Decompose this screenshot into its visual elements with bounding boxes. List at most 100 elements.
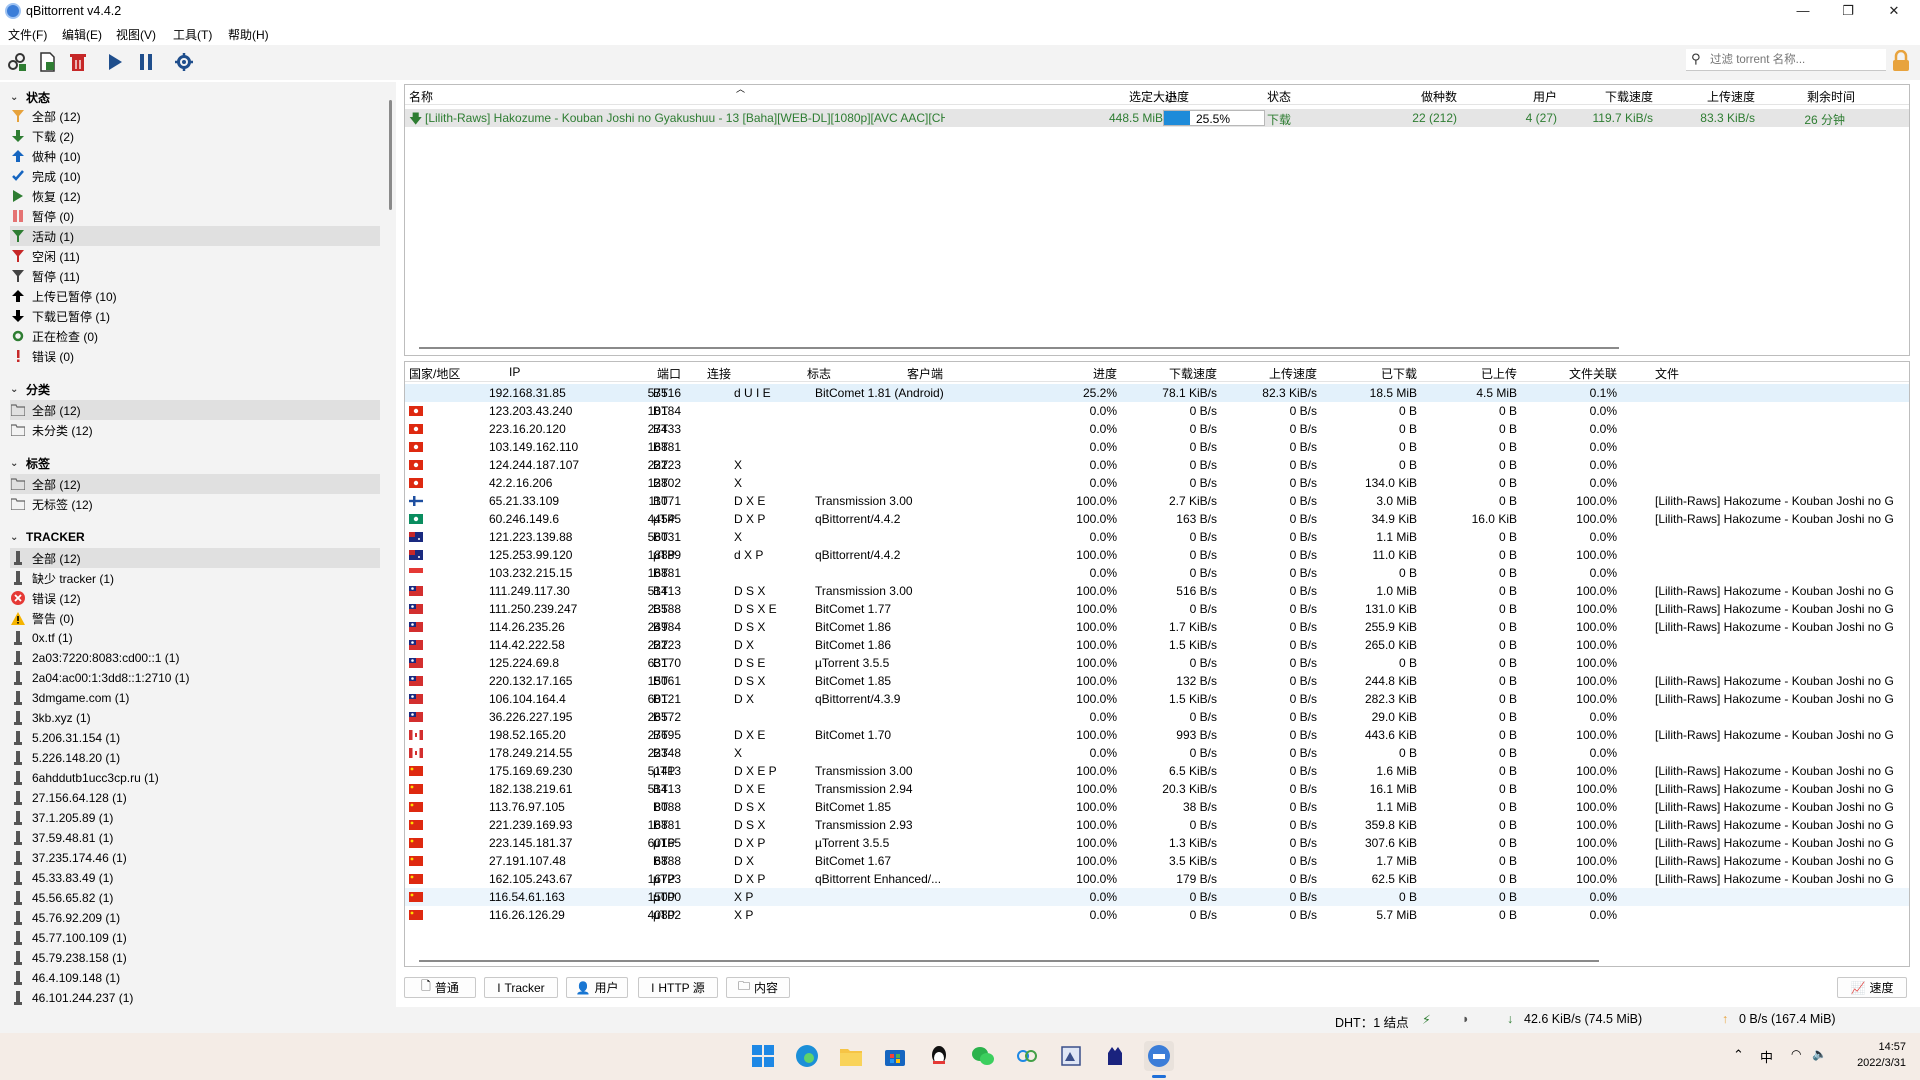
ime-indicator[interactable]: 中 (1760, 1047, 1773, 1066)
peer-row[interactable]: 116.26.126.29 40802 µTP X P 0.0% 0 B/s 0 B/s 5.… (405, 906, 1909, 924)
windows-start-icon[interactable] (748, 1041, 778, 1071)
menu-help[interactable]: 帮助(H) (228, 26, 269, 43)
status-item[interactable]: 下载已暂停 (1) (10, 306, 380, 326)
app-icon[interactable] (1012, 1041, 1042, 1071)
status-item[interactable]: 暂停 (11) (10, 266, 380, 286)
col-ip[interactable]: IP (509, 365, 520, 379)
col-connection[interactable]: 连接 (707, 365, 731, 382)
status-item[interactable]: 完成 (10) (10, 166, 380, 186)
close-button[interactable]: ✕ (1872, 0, 1916, 22)
col-downloaded[interactable]: 已下载 (1345, 365, 1417, 382)
peer-row[interactable]: 60.246.149.6 44545 µTP D X PqBittorrent/4.4… (405, 510, 1909, 528)
download-speed-status[interactable]: 42.6 KiB/s (74.5 MiB) (1524, 1012, 1642, 1026)
menu-tools[interactable]: 工具(T) (173, 26, 212, 43)
tracker-item[interactable]: 5.206.31.154 (1) (10, 728, 380, 748)
upload-speed-status[interactable]: 0 B/s (167.4 MiB) (1739, 1012, 1836, 1026)
peer-row[interactable]: 114.42.222.58 22223 BT D X BitComet 1.86 100.… (405, 636, 1909, 654)
tracker-item[interactable]: 45.33.83.49 (1) (10, 868, 380, 888)
tracker-item[interactable]: 缺少 tracker (1) (10, 568, 380, 588)
status-item[interactable]: 正在检查 (0) (10, 326, 380, 346)
category-item[interactable]: 未分类 (12) (10, 420, 380, 440)
search-input[interactable] (1710, 52, 1880, 68)
status-section-header[interactable]: ⌄ 状态 (10, 88, 50, 106)
peer-row[interactable]: 178.249.214.55 22348 BT X 0.0% 0 B/s 0 B/s 0 B0… (405, 744, 1909, 762)
tracker-item[interactable]: 46.101.244.237 (1) (10, 988, 380, 1007)
tab-peers[interactable]: 👤 用户 (566, 977, 628, 998)
tab-general[interactable]: 🗋 普通 (404, 977, 476, 998)
peer-row[interactable]: 111.250.239.247 23588 BT D S X E BitComet 1.… (405, 600, 1909, 618)
peer-row[interactable]: 106.104.164.4 60121 BT D XqBittorrent/4.3.9… (405, 690, 1909, 708)
app-icon[interactable] (1100, 1041, 1130, 1071)
status-item[interactable]: 错误 (0) (10, 346, 380, 366)
peer-row[interactable]: 42.2.16.206 12802 BT X 0.0% 0 B/s 0 B/s 134.0 K… (405, 474, 1909, 492)
clock-date[interactable]: 2022/3/31 (1846, 1057, 1906, 1069)
speed-button[interactable]: 📈 速度 (1837, 977, 1907, 998)
torrent-list-scrollbar[interactable] (419, 347, 1619, 349)
col-flags[interactable]: 标志 (807, 365, 831, 382)
tracker-item[interactable]: 37.235.174.46 (1) (10, 848, 380, 868)
tracker-item[interactable]: 27.156.64.128 (1) (10, 788, 380, 808)
pause-button[interactable] (133, 49, 159, 75)
tracker-item[interactable]: 全部 (12) (10, 548, 380, 568)
peer-row[interactable]: 220.132.17.165 15061 BT D S X BitComet 1.85 1… (405, 672, 1909, 690)
col-country[interactable]: 国家/地区 (409, 365, 460, 382)
restore-button[interactable]: ❐ (1826, 0, 1870, 22)
peer-row[interactable]: 116.54.61.163 15000 µTP X P 0.0% 0 B/s 0 B/s 0 … (405, 888, 1909, 906)
chevron-up-icon[interactable]: ⌃ (1733, 1047, 1744, 1063)
tracker-item[interactable]: 3kb.xyz (1) (10, 708, 380, 728)
col-relevance[interactable]: 文件关联 (1545, 365, 1617, 382)
tab-tracker[interactable]: ǀ Tracker (484, 977, 558, 998)
search-box[interactable]: ⚲ (1686, 49, 1886, 71)
peer-row[interactable]: 124.244.187.107 22223 BT X 0.0% 0 B/s 0 B/s 0 B… (405, 456, 1909, 474)
tag-section-header[interactable]: ⌄ 标签 (10, 454, 50, 472)
peer-row[interactable]: 223.145.181.37 60165 µTP D X PµTorrent 3.5.… (405, 834, 1909, 852)
col-name[interactable]: 名称 (409, 88, 433, 105)
peer-row[interactable]: 125.224.69.8 63170 BT D S EµTorrent 3.5.5 10… (405, 654, 1909, 672)
delete-torrent-button[interactable] (65, 49, 91, 75)
col-eta[interactable]: 剩余时间 (1785, 88, 1855, 105)
peer-row[interactable]: 27.191.107.48 6888 BT D X BitComet 1.67 100.0… (405, 852, 1909, 870)
col-peers[interactable]: 用户 (1505, 88, 1557, 105)
tab-content[interactable]: 🗀 内容 (726, 977, 790, 998)
category-item[interactable]: 全部 (12) (10, 400, 380, 420)
peer-row[interactable]: 103.149.162.110 16881 BT 0.0% 0 B/s 0 B/s 0 B0… (405, 438, 1909, 456)
col-uploaded[interactable]: 已上传 (1445, 365, 1517, 382)
peer-row[interactable]: 36.226.227.195 26572 BT 0.0% 0 B/s 0 B/s 29.0 … (405, 708, 1909, 726)
peer-row[interactable]: 114.26.235.26 24984 BT D S X BitComet 1.86 10… (405, 618, 1909, 636)
peer-row[interactable]: 111.249.117.30 51413 BT D S X Transmission 3… (405, 582, 1909, 600)
menu-view[interactable]: 视图(V) (116, 26, 156, 43)
col-seeds[interactable]: 做种数 (1405, 88, 1457, 105)
tracker-item[interactable]: 警告 (0) (10, 608, 380, 628)
peer-row[interactable]: 198.52.165.20 27695 BT D X E BitComet 1.70 10… (405, 726, 1909, 744)
status-item[interactable]: 活动 (1) (10, 226, 380, 246)
store-icon[interactable] (880, 1041, 910, 1071)
peer-row[interactable]: 121.223.139.88 56031 BT X 0.0% 0 B/s 0 B/s 1.1 … (405, 528, 1909, 546)
col-client[interactable]: 客户端 (907, 365, 943, 382)
file-explorer-icon[interactable] (836, 1041, 866, 1071)
tracker-section-header[interactable]: ⌄ TRACKER (10, 528, 85, 546)
speed-limit-icon[interactable]: ◗ (1462, 1012, 1470, 1026)
sidebar-scrollbar[interactable] (389, 100, 392, 210)
tracker-item[interactable]: 37.1.205.89 (1) (10, 808, 380, 828)
status-item[interactable]: 全部 (12) (10, 106, 380, 126)
status-item[interactable]: 恢复 (12) (10, 186, 380, 206)
edge-browser-icon[interactable] (792, 1041, 822, 1071)
col-dl-speed[interactable]: 下载速度 (1585, 88, 1653, 105)
col-peer-ul-speed[interactable]: 上传速度 (1245, 365, 1317, 382)
status-item[interactable]: 暂停 (0) (10, 206, 380, 226)
tracker-item[interactable]: 37.59.48.81 (1) (10, 828, 380, 848)
col-size[interactable]: 选定大小 (1061, 88, 1177, 105)
add-torrent-link-button[interactable] (4, 49, 30, 75)
qbittorrent-taskbar-icon[interactable] (1144, 1041, 1174, 1071)
wechat-icon[interactable] (968, 1041, 998, 1071)
tracker-item[interactable]: 45.77.100.109 (1) (10, 928, 380, 948)
tag-item[interactable]: 无标签 (12) (10, 494, 380, 514)
peer-row[interactable]: 162.105.243.67 16723 µTP D X PqBittorrent E… (405, 870, 1909, 888)
col-peer-dl-speed[interactable]: 下载速度 (1145, 365, 1217, 382)
peer-row[interactable]: 192.168.31.85 57516 BT d U I E BitComet 1.81… (405, 384, 1909, 402)
tracker-item[interactable]: 45.56.65.82 (1) (10, 888, 380, 908)
tracker-item[interactable]: 2a03:7220:8083:cd00::1 (1) (10, 648, 380, 668)
resume-button[interactable] (102, 49, 128, 75)
tracker-item[interactable]: 6ahddutb1ucc3cp.ru (1) (10, 768, 380, 788)
qq-icon[interactable] (924, 1041, 954, 1071)
